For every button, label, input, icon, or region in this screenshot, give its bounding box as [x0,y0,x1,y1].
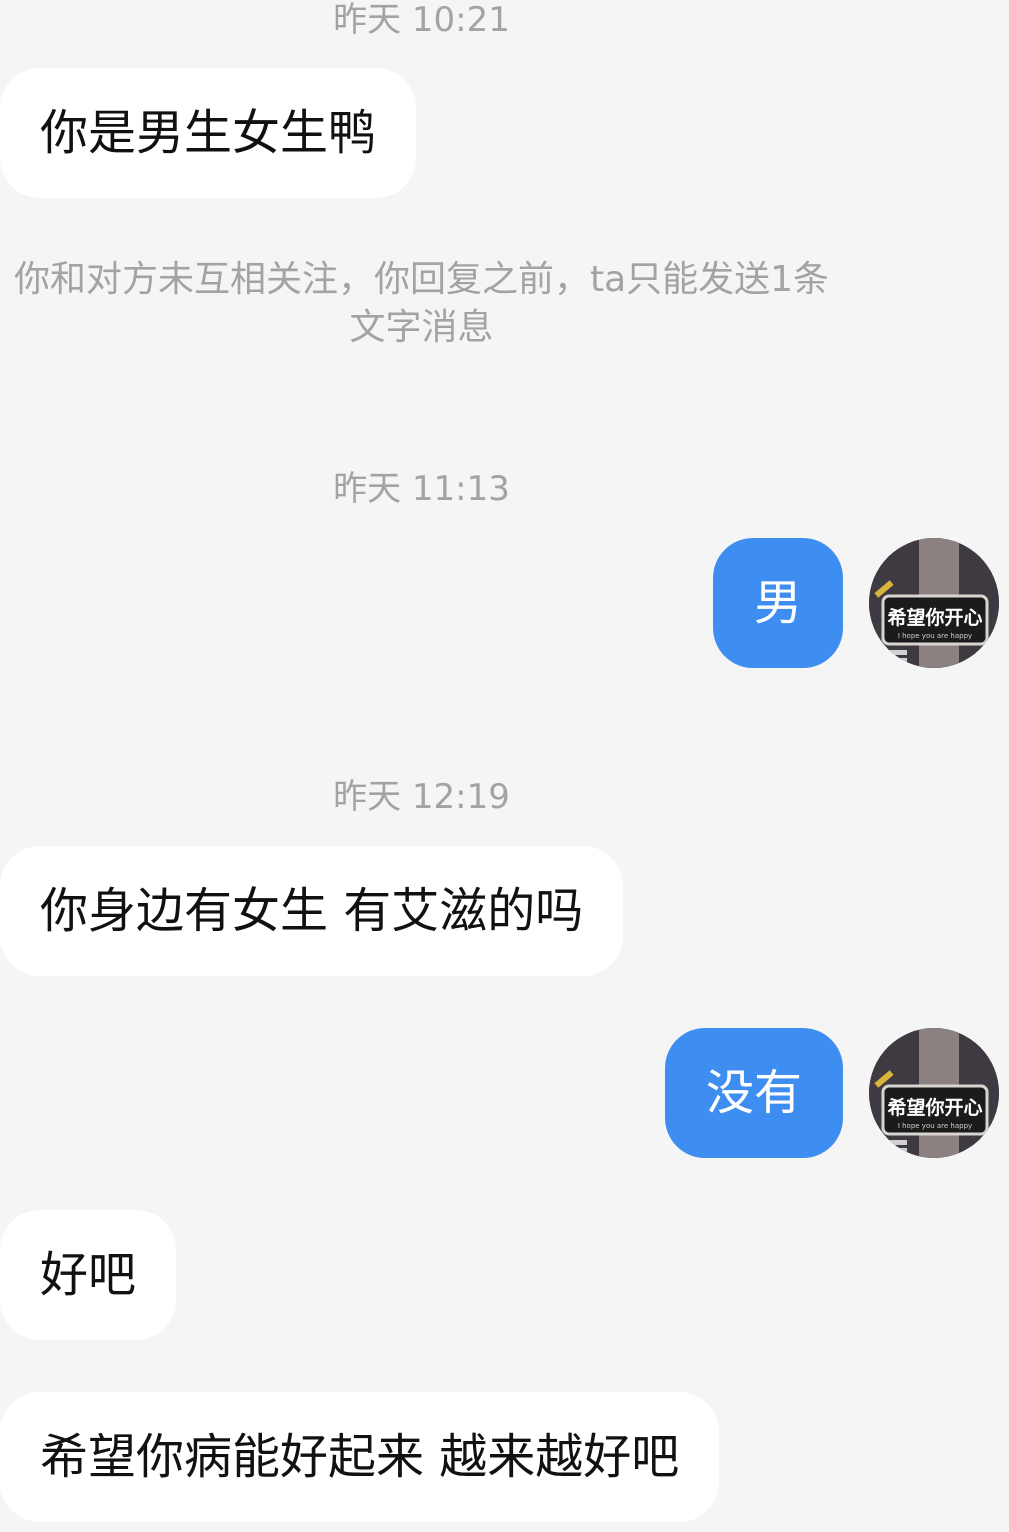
avatar-sign-text: 希望你开心 [887,606,982,629]
timestamp: 昨天 10:21 [333,0,510,40]
avatar-image: 希望你开心 I hope you are happy [869,1028,999,1158]
avatar-sign-subtext: I hope you are happy [898,1122,972,1130]
incoming-message[interactable]: 你身边有女生 有艾滋的吗 [0,846,624,976]
avatar-image: 希望你开心 I hope you are happy [869,538,999,668]
timestamp: 昨天 12:19 [333,777,510,817]
avatar-sign-text: 希望你开心 [887,1096,982,1119]
avatar-sign-subtext: I hope you are happy [898,632,972,640]
incoming-message[interactable]: 好吧 [0,1210,177,1340]
incoming-message[interactable]: 希望你病能好起来 越来越好吧 [0,1392,720,1522]
timestamp: 昨天 11:13 [333,469,510,509]
system-notice: 你和对方未互相关注，你回复之前，ta只能发送1条文字消息 [13,259,830,348]
outgoing-message[interactable]: 没有 [664,1028,843,1158]
user-avatar[interactable]: 希望你开心 I hope you are happy [869,1028,999,1158]
outgoing-message[interactable]: 男 [712,538,843,668]
incoming-message[interactable]: 你是男生女生鸭 [0,68,417,198]
user-avatar[interactable]: 希望你开心 I hope you are happy [869,538,999,668]
